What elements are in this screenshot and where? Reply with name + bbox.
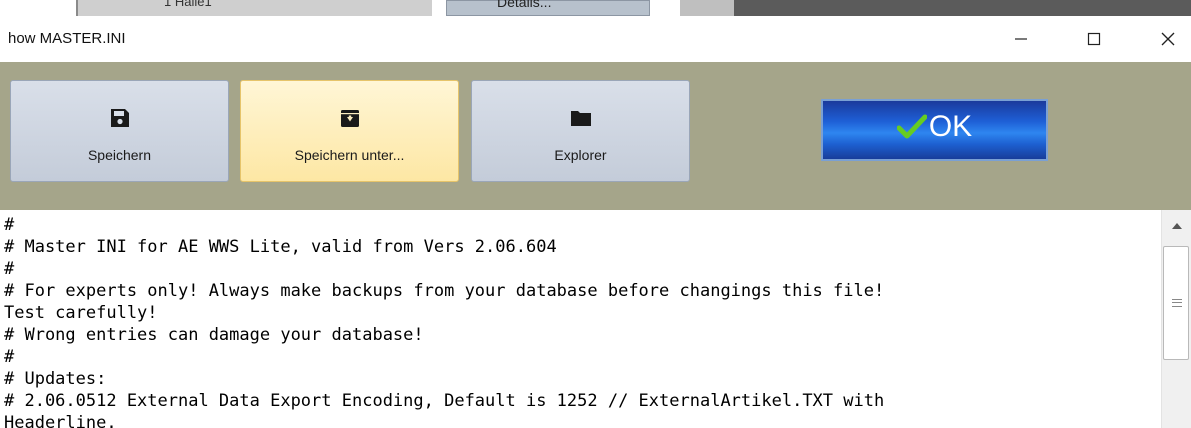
scroll-up-button[interactable] — [1162, 218, 1191, 234]
close-button[interactable] — [1145, 16, 1191, 62]
background-keyboard-icon — [680, 0, 734, 16]
ok-label: OK — [928, 110, 973, 143]
background-details-button: Details... — [446, 0, 650, 16]
save-as-button[interactable]: Speichern unter... — [240, 80, 459, 182]
background-window-strip: 1 Halle1 Details... — [0, 0, 1191, 16]
editor-line: # — [4, 347, 15, 367]
archive-download-icon — [339, 107, 361, 129]
maximize-button[interactable] — [1071, 16, 1117, 62]
window-title: how MASTER.INI — [8, 30, 126, 47]
maximize-icon — [1087, 32, 1101, 46]
editor-line: # Updates: — [4, 369, 107, 389]
editor-line: Test carefully! — [4, 303, 158, 323]
floppy-disk-icon — [109, 107, 131, 129]
grip-icon — [1172, 299, 1182, 307]
save-as-label: Speichern unter... — [294, 147, 405, 163]
explorer-label: Explorer — [554, 147, 607, 163]
close-icon — [1161, 32, 1175, 46]
background-cell-text: 1 Halle1 — [164, 0, 212, 9]
ok-button[interactable]: OK — [821, 99, 1048, 161]
explorer-button[interactable]: Explorer — [471, 80, 690, 182]
editor-line: # Master INI for AE WWS Lite, valid from… — [4, 237, 557, 257]
minimize-button[interactable] — [998, 16, 1044, 62]
title-bar: how MASTER.INI — [0, 16, 1191, 62]
editor-line: # Wrong entries can damage your database… — [4, 325, 424, 345]
editor-line: # — [4, 259, 15, 279]
ini-file-content[interactable]: # # Master INI for AE WWS Lite, valid fr… — [0, 210, 1161, 428]
editor-line: # — [4, 215, 15, 235]
toolbar: Speichern Speichern unter... Explorer OK — [0, 62, 1191, 210]
editor-line: Headerline. — [4, 413, 117, 428]
folder-icon — [570, 107, 592, 129]
save-button[interactable]: Speichern — [10, 80, 229, 182]
background-dark-area — [734, 0, 1191, 16]
background-grid-cell: 1 Halle1 — [76, 0, 432, 16]
save-label: Speichern — [87, 147, 152, 163]
editor-line: # 2.06.0512 External Data Export Encodin… — [4, 391, 885, 411]
ini-text-editor[interactable]: # # Master INI for AE WWS Lite, valid fr… — [0, 210, 1161, 428]
vertical-scrollbar[interactable] — [1161, 210, 1191, 428]
editor-line: # For experts only! Always make backups … — [4, 281, 885, 301]
scrollbar-thumb[interactable] — [1163, 246, 1189, 360]
checkmark-icon — [896, 114, 927, 139]
background-details-label: Details... — [497, 0, 552, 10]
triangle-up-icon — [1172, 223, 1182, 229]
minimize-icon — [1015, 38, 1027, 40]
